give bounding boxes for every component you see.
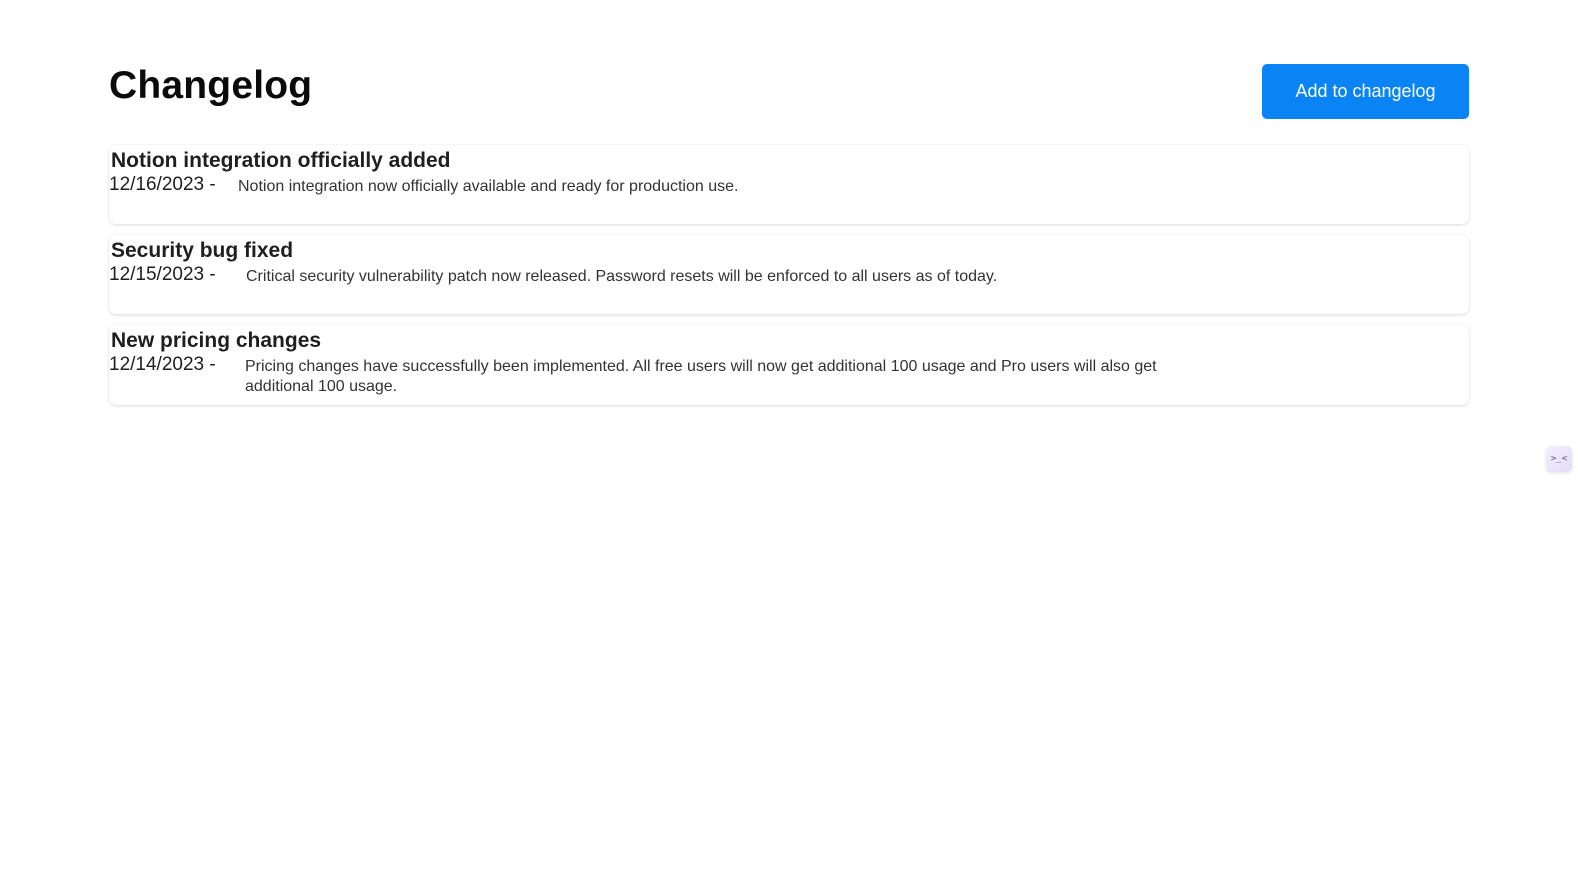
header: Changelog Add to changelog [109,60,1469,120]
entry-title: New pricing changes [111,329,322,352]
add-to-changelog-button[interactable]: Add to changelog [1262,64,1469,119]
changelog-entry: Security bug fixed 12/15/2023 - Critical… [109,235,1469,314]
entry-description: Pricing changes have successfully been i… [245,358,1157,395]
entry-title: Notion integration officially added [111,149,451,172]
page-title: Changelog [109,64,313,107]
entry-date: 12/14/2023 - [109,354,216,375]
entry-description: Critical security vulnerability patch no… [246,268,998,285]
widget-glyph: >_< [1550,454,1568,464]
entry-date: 12/16/2023 - [109,174,216,195]
terminal-face-icon[interactable]: >_< [1546,446,1572,472]
changelog-entry: New pricing changes 12/14/2023 - Pricing… [109,325,1469,405]
entry-description: Notion integration now officially availa… [238,178,739,195]
changelog-entry: Notion integration officially added 12/1… [109,145,1469,224]
entry-date: 12/15/2023 - [109,264,216,285]
changelog-list: Notion integration officially added 12/1… [109,145,1469,416]
changelog-page: Changelog Add to changelog Notion integr… [0,0,1578,870]
entry-title: Security bug fixed [111,239,294,262]
